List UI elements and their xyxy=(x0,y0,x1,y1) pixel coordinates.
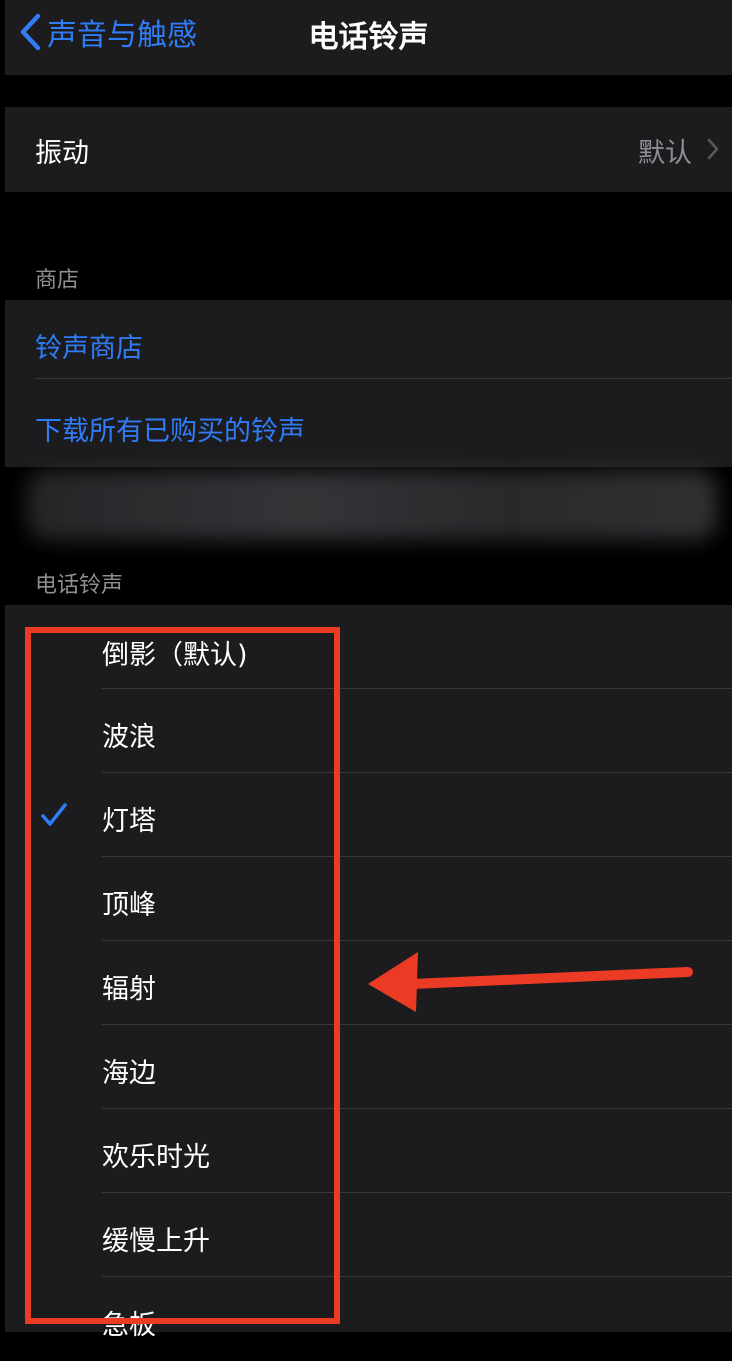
vibration-row[interactable]: 振动 默认 xyxy=(5,107,732,192)
chevron-right-icon xyxy=(707,138,719,160)
ringtones-section-header: 电话铃声 xyxy=(35,573,124,598)
store-section-header: 商店 xyxy=(35,268,80,293)
settings-screen: 声音与触感 电话铃声 振动 默认 商店 铃声商店 下载所有已购买的铃声 电话铃声… xyxy=(5,0,732,1341)
highlight-box xyxy=(25,627,340,1324)
store-group: 铃声商店 下载所有已购买的铃声 xyxy=(5,300,732,467)
page-title: 电话铃声 xyxy=(308,20,429,55)
download-purchased-label: 下载所有已购买的铃声 xyxy=(35,416,305,447)
annotation-arrow-icon xyxy=(368,952,693,1012)
navigation-bar: 声音与触感 电话铃声 xyxy=(5,0,732,75)
divider xyxy=(35,378,732,379)
blurred-region xyxy=(27,470,717,540)
ringtone-store-label: 铃声商店 xyxy=(35,333,143,364)
ringtone-store-link[interactable]: 铃声商店 xyxy=(5,300,732,383)
vibration-label: 振动 xyxy=(35,138,89,169)
download-purchased-link[interactable]: 下载所有已购买的铃声 xyxy=(5,383,732,466)
vibration-value: 默认 xyxy=(638,138,692,169)
